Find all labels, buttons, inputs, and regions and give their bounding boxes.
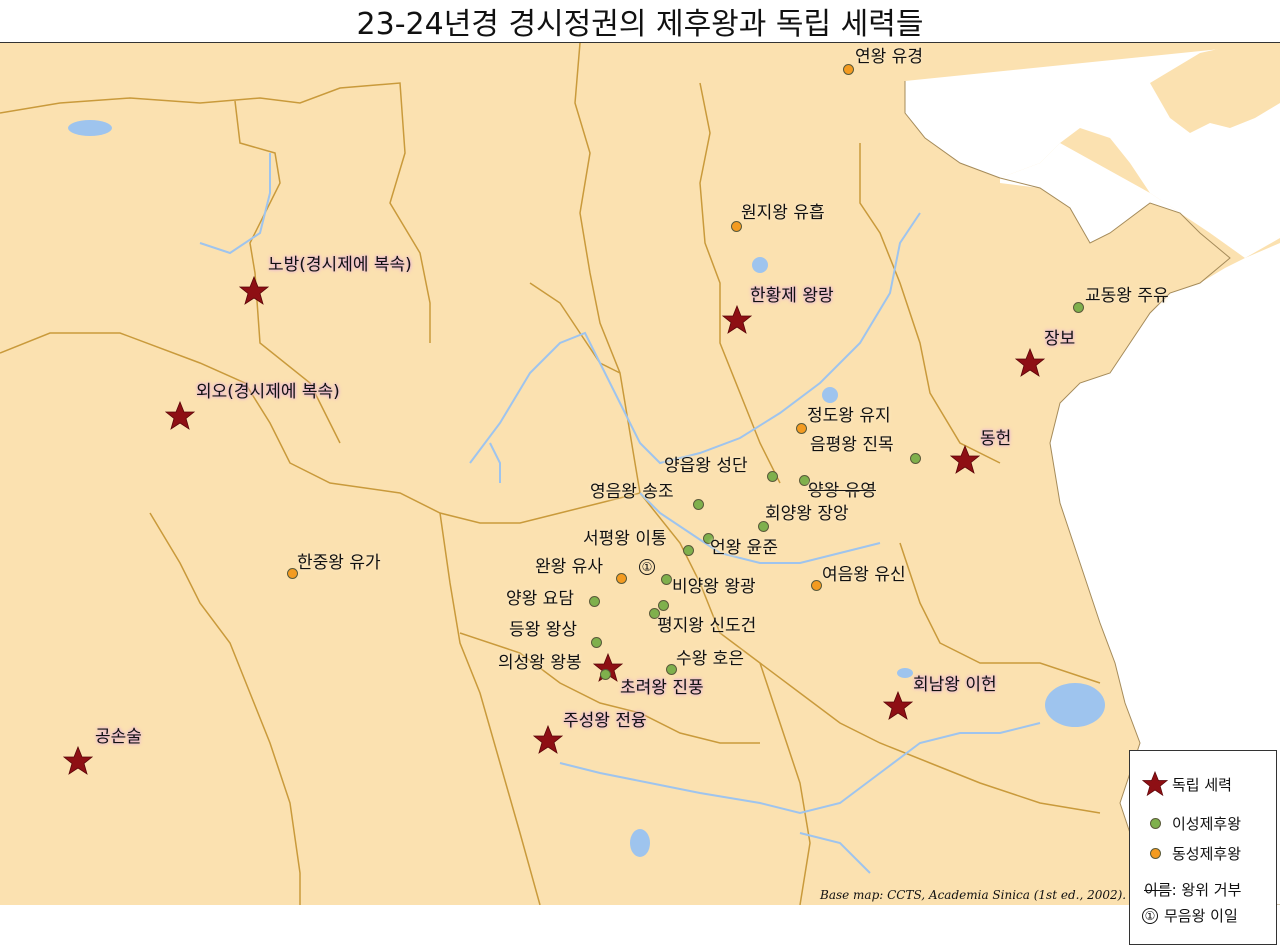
label-jeongdo: 정도왕 유지: [807, 408, 891, 425]
star-icon: [883, 691, 913, 721]
star-icon: [63, 746, 93, 776]
label-yeongeum: 영음왕 송조: [590, 484, 674, 501]
star-icon: [1015, 348, 1045, 378]
base-map-svg: [0, 43, 1280, 905]
legend-row-independent: 독립 세력: [1138, 771, 1232, 797]
label-nobang: 노방(경시제에 복속): [268, 257, 412, 274]
label-wangrang: 한황제 왕랑: [750, 288, 834, 305]
green-dot: [658, 600, 669, 611]
orange-dot-icon: [1150, 848, 1161, 859]
star-icon: [950, 445, 980, 475]
label-dongheon: 동헌: [980, 431, 1011, 448]
legend: 독립 세력 이성제후왕 동성제후왕 이름 : 왕위 거부 ① 무음왕 이일: [1129, 750, 1277, 945]
label-suwang: 수왕 호은: [676, 651, 744, 668]
label-wanwang: 완왕 유사: [535, 559, 603, 576]
map-figure: 23-24년경 경시정권의 제후왕과 독립 세력들: [0, 0, 1280, 905]
label-pyeongji: 평지왕 신도건: [657, 618, 756, 635]
base-map-credit: Base map: CCTS, Academia Sinica (1st ed.…: [820, 888, 1126, 902]
green-dot: [693, 499, 704, 510]
green-dot: [910, 453, 921, 464]
orange-dot: [796, 423, 807, 434]
label-gyodong: 교동왕 주유: [1085, 288, 1169, 305]
legend-same-label: 동성제후왕: [1172, 843, 1241, 864]
legend-struck-example: 이름: [1144, 879, 1172, 900]
legend-row-same: 동성제후왕: [1138, 843, 1241, 864]
label-biyang: 비양왕 왕광: [672, 579, 756, 596]
label-wonji: 원지왕 유흡: [741, 205, 825, 222]
green-dot: [767, 471, 778, 482]
label-jangbo: 장보: [1044, 331, 1075, 348]
label-hoeyang: 회양왕 장앙: [765, 506, 849, 523]
orange-dot: [616, 573, 627, 584]
green-dot: [661, 574, 672, 585]
star-icon: [1142, 771, 1168, 797]
star-icon: [165, 401, 195, 431]
label-hanjung: 한중왕 유가: [297, 555, 381, 572]
orange-dot: [811, 580, 822, 591]
marker-1: ①: [639, 558, 655, 575]
label-yangwang-yuyeong: 양왕 유영: [808, 483, 876, 500]
label-seopyeong: 서평왕 이통: [583, 531, 667, 548]
base-map: 노방(경시제에 복속) 외오(경시제에 복속) 공손술 한황제 왕랑 장보 동헌…: [0, 43, 1280, 905]
legend-row-struck: 이름 : 왕위 거부: [1144, 879, 1241, 900]
label-deungwang: 등왕 왕상: [509, 622, 577, 639]
label-juseong: 주성왕 전융: [563, 713, 647, 730]
green-dot: [600, 669, 611, 680]
label-eonwang: 언왕 윤준: [710, 540, 778, 557]
label-choryeo: 초려왕 진풍: [620, 680, 704, 697]
label-euiseong: 의성왕 왕봉: [498, 655, 582, 672]
green-dot: [683, 545, 694, 556]
label-eumpyeong: 음평왕 진목: [810, 437, 894, 454]
green-dot-icon: [1150, 818, 1161, 829]
legend-row-other: 이성제후왕: [1138, 813, 1241, 834]
label-oeo: 외오(경시제에 복속): [196, 384, 340, 401]
label-hoenam: 회남왕 이헌: [913, 677, 997, 694]
green-dot: [589, 596, 600, 607]
legend-other-label: 이성제후왕: [1172, 813, 1241, 834]
map-title: 23-24년경 경시정권의 제후왕과 독립 세력들: [357, 0, 924, 43]
orange-dot: [843, 64, 854, 75]
green-dot: [1073, 302, 1084, 313]
star-icon: [533, 725, 563, 755]
label-yangeup: 양읍왕 성단: [664, 458, 748, 475]
star-icon: [239, 276, 269, 306]
legend-struck-meaning: : 왕위 거부: [1172, 879, 1242, 900]
legend-row-marker: ① 무음왕 이일: [1142, 905, 1238, 926]
label-yeonwang: 연왕 유경: [855, 49, 923, 66]
label-gongsonsul: 공손술: [95, 729, 142, 746]
legend-independent-label: 독립 세력: [1172, 774, 1232, 795]
title-bar: 23-24년경 경시정권의 제후왕과 독립 세력들: [0, 0, 1280, 43]
marker-1-symbol: ①: [639, 559, 655, 575]
label-yangwang-yodam: 양왕 요담: [506, 591, 574, 608]
legend-marker-meaning: 무음왕 이일: [1164, 905, 1238, 926]
star-icon: [722, 305, 752, 335]
green-dot: [591, 637, 602, 648]
label-yeoeum: 여음왕 유신: [822, 567, 906, 584]
legend-marker-symbol: ①: [1142, 908, 1158, 924]
